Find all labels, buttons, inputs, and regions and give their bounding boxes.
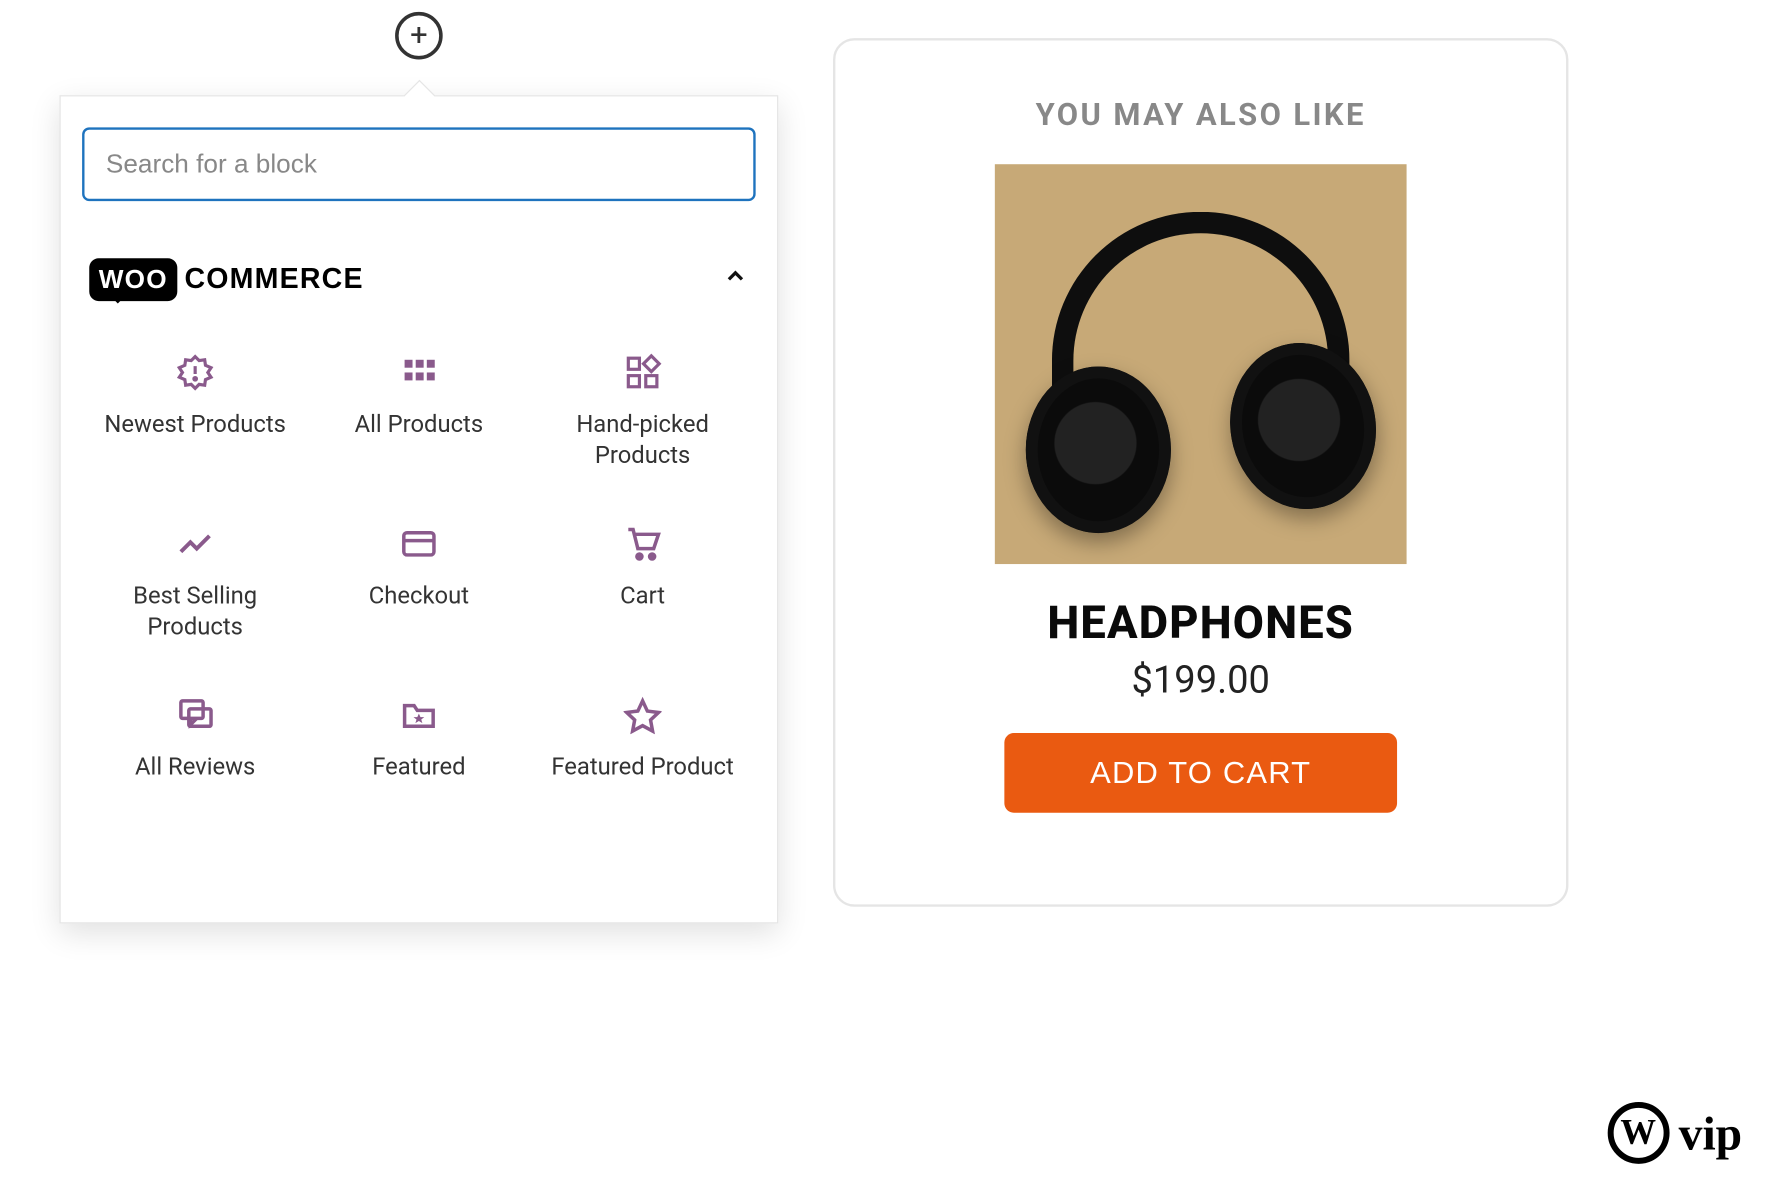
block-label: Cart (620, 580, 665, 611)
grid-icon (400, 353, 438, 391)
card-heading: YOU MAY ALSO LIKE (1036, 98, 1366, 134)
block-label: Newest Products (104, 408, 286, 439)
product-image (995, 164, 1407, 564)
block-checkout[interactable]: Checkout (311, 525, 528, 642)
star-icon (624, 696, 662, 734)
search-input[interactable] (82, 127, 756, 201)
block-cart[interactable]: Cart (534, 525, 751, 642)
block-featured[interactable]: Featured (311, 696, 528, 782)
badge-icon (176, 353, 214, 391)
block-label: Hand-picked Products (534, 408, 751, 470)
block-featured-product[interactable]: Featured Product (534, 696, 751, 782)
block-best-selling-products[interactable]: Best Selling Products (87, 525, 304, 642)
block-label: Featured (372, 751, 465, 782)
folder-star-icon (400, 696, 438, 734)
product-card: YOU MAY ALSO LIKE HEADPHONES $199.00 ADD… (833, 38, 1568, 907)
chevron-up-icon (722, 263, 748, 296)
block-inserter-panel: WOO COMMERCE Newest Products (60, 95, 779, 923)
woo-logo-bubble: WOO (89, 258, 177, 301)
add-to-cart-button[interactable]: ADD TO CART (1004, 733, 1397, 813)
block-label: All Reviews (135, 751, 255, 782)
cart-icon (624, 525, 662, 563)
block-label: Checkout (369, 580, 469, 611)
wpvip-logo: W vip (1607, 1102, 1742, 1164)
block-label: Featured Product (551, 751, 733, 782)
blocks-grid: Newest Products All Products (82, 353, 756, 781)
squares-plus-icon (624, 353, 662, 391)
woocommerce-logo: WOO COMMERCE (89, 258, 363, 301)
product-name: HEADPHONES (1047, 597, 1354, 649)
block-all-products[interactable]: All Products (311, 353, 528, 470)
block-all-reviews[interactable]: All Reviews (87, 696, 304, 782)
chat-icon (176, 696, 214, 734)
card-icon (400, 525, 438, 563)
wordpress-icon: W (1607, 1102, 1669, 1164)
block-newest-products[interactable]: Newest Products (87, 353, 304, 470)
add-block-button[interactable]: + (395, 12, 443, 60)
product-price: $199.00 (1131, 657, 1269, 702)
woo-logo-text: COMMERCE (184, 263, 363, 296)
vip-text: vip (1679, 1105, 1742, 1161)
category-header[interactable]: WOO COMMERCE (82, 258, 756, 301)
block-label: Best Selling Products (87, 580, 304, 642)
headphones-earcup-left (1026, 367, 1171, 534)
trend-icon (176, 525, 214, 563)
block-hand-picked-products[interactable]: Hand-picked Products (534, 353, 751, 470)
block-label: All Products (355, 408, 484, 439)
plus-icon: + (410, 18, 428, 54)
